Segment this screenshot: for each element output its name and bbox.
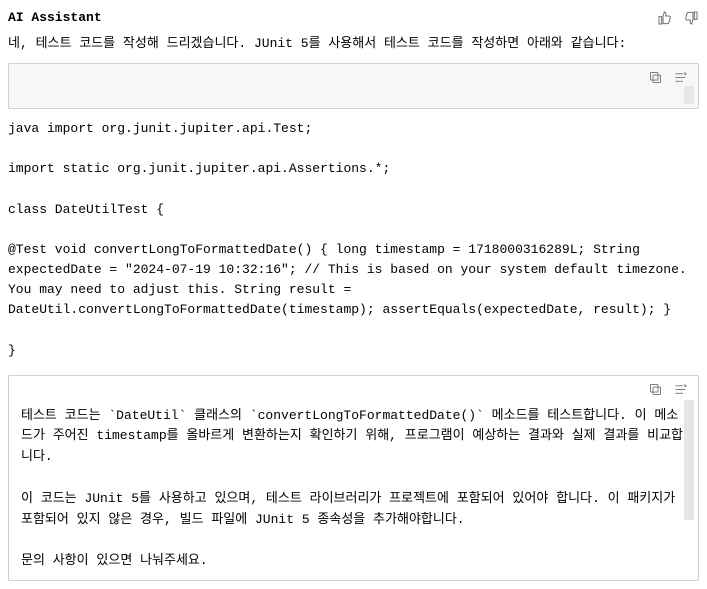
assistant-header: AI Assistant [8,8,699,28]
explanation-toolbar [638,376,698,399]
explanation-text: 테스트 코드는 `DateUtil` 클래스의 `convertLongToFo… [9,376,698,580]
code-toolbar [638,64,698,87]
copy-icon[interactable] [648,70,663,85]
thumbs-down-icon[interactable] [683,10,699,26]
insert-icon[interactable] [673,70,688,85]
code-block-header [8,63,699,109]
insert-icon[interactable] [673,382,688,397]
explanation-block: 테스트 코드는 `DateUtil` 클래스의 `convertLongToFo… [8,375,699,581]
code-content: java import org.junit.jupiter.api.Test; … [8,117,699,375]
feedback-icons [657,10,699,26]
assistant-title: AI Assistant [8,8,102,28]
copy-icon[interactable] [648,382,663,397]
intro-text: 네, 테스트 코드를 작성해 드리겠습니다. JUnit 5를 사용해서 테스트… [8,34,699,54]
thumbs-up-icon[interactable] [657,10,673,26]
